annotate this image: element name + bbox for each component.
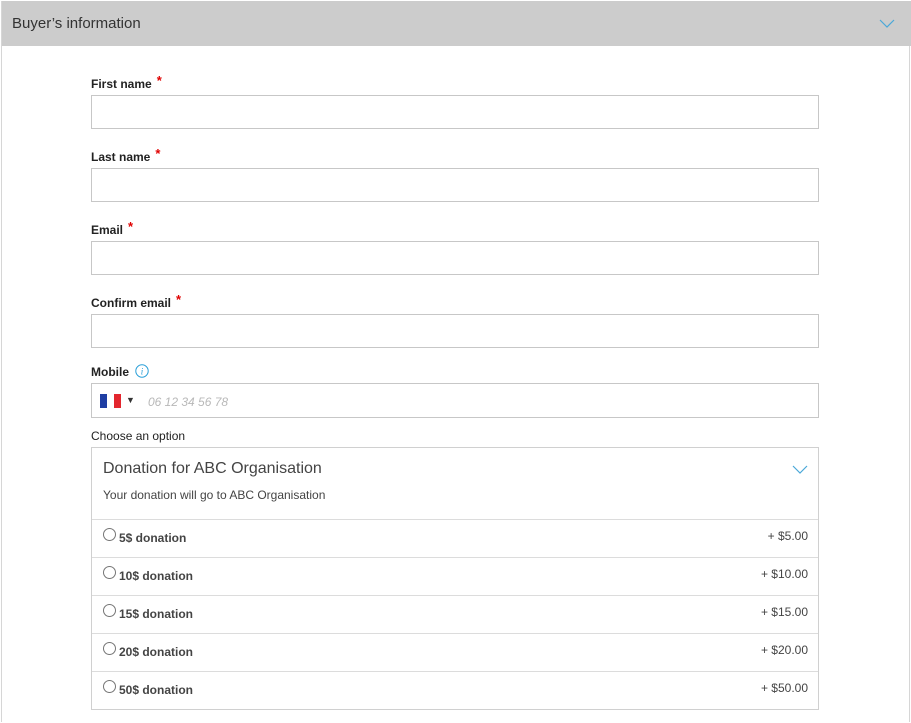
last-name-label: Last name * [91, 146, 161, 164]
donation-option-row[interactable]: 10$ donation + $10.00 [92, 557, 818, 595]
donation-options: Donation for ABC Organisation Your donat… [91, 447, 819, 710]
required-marker: * [176, 292, 182, 307]
mobile-input[interactable] [146, 384, 810, 419]
donation-label: 50$ donation [119, 683, 194, 697]
donation-radio[interactable] [103, 528, 116, 541]
donation-label: 15$ donation [119, 607, 194, 621]
option-subtitle: Your donation will go to ABC Organisatio… [103, 488, 326, 502]
last-name-label-text: Last name [91, 150, 151, 164]
confirm-email-label-text: Confirm email [91, 296, 172, 310]
email-label: Email * [91, 219, 134, 237]
mobile-label: Mobile [91, 365, 129, 379]
donation-radio[interactable] [103, 604, 116, 617]
donation-label: 5$ donation [119, 531, 187, 545]
donation-radio[interactable] [103, 642, 116, 655]
required-marker: * [156, 73, 162, 88]
donation-radio[interactable] [103, 566, 116, 579]
caret-down-icon: ▼ [126, 395, 135, 405]
svg-text:i: i [141, 367, 144, 377]
required-marker: * [155, 146, 161, 161]
donation-option-row[interactable]: 20$ donation + $20.00 [92, 633, 818, 671]
donation-price: + $20.00 [760, 643, 808, 657]
section-title: Buyer’s information [12, 15, 141, 32]
first-name-label-text: First name [91, 77, 152, 91]
email-label-text: Email [91, 223, 124, 237]
email-input[interactable] [91, 241, 819, 275]
section-header[interactable]: Buyer’s information [2, 1, 911, 46]
chevron-down-icon[interactable] [792, 464, 808, 475]
donation-price: + $5.00 [767, 529, 808, 543]
first-name-label: First name * [91, 73, 162, 91]
donation-price: + $10.00 [760, 567, 808, 581]
donation-label: 20$ donation [119, 645, 194, 659]
donation-price: + $15.00 [760, 605, 808, 619]
confirm-email-input[interactable] [91, 314, 819, 348]
mobile-field: ▼ [91, 383, 819, 419]
option-title: Donation for ABC Organisation [103, 460, 322, 477]
first-name-input[interactable] [91, 95, 819, 129]
required-marker: * [128, 219, 134, 234]
donation-radio[interactable] [103, 680, 116, 693]
donation-option-row[interactable]: 5$ donation + $5.00 [92, 519, 818, 557]
france-flag-icon [100, 394, 121, 408]
chevron-down-icon[interactable] [879, 17, 895, 29]
confirm-email-label: Confirm email * [91, 292, 182, 310]
choose-option-label: Choose an option [91, 429, 186, 443]
donation-option-row[interactable]: 50$ donation + $50.00 [92, 671, 818, 709]
donation-label: 10$ donation [119, 569, 194, 583]
donation-option-row[interactable]: 15$ donation + $15.00 [92, 595, 818, 633]
last-name-input[interactable] [91, 168, 819, 202]
info-icon[interactable]: i [135, 364, 149, 378]
donation-price: + $50.00 [760, 681, 808, 695]
